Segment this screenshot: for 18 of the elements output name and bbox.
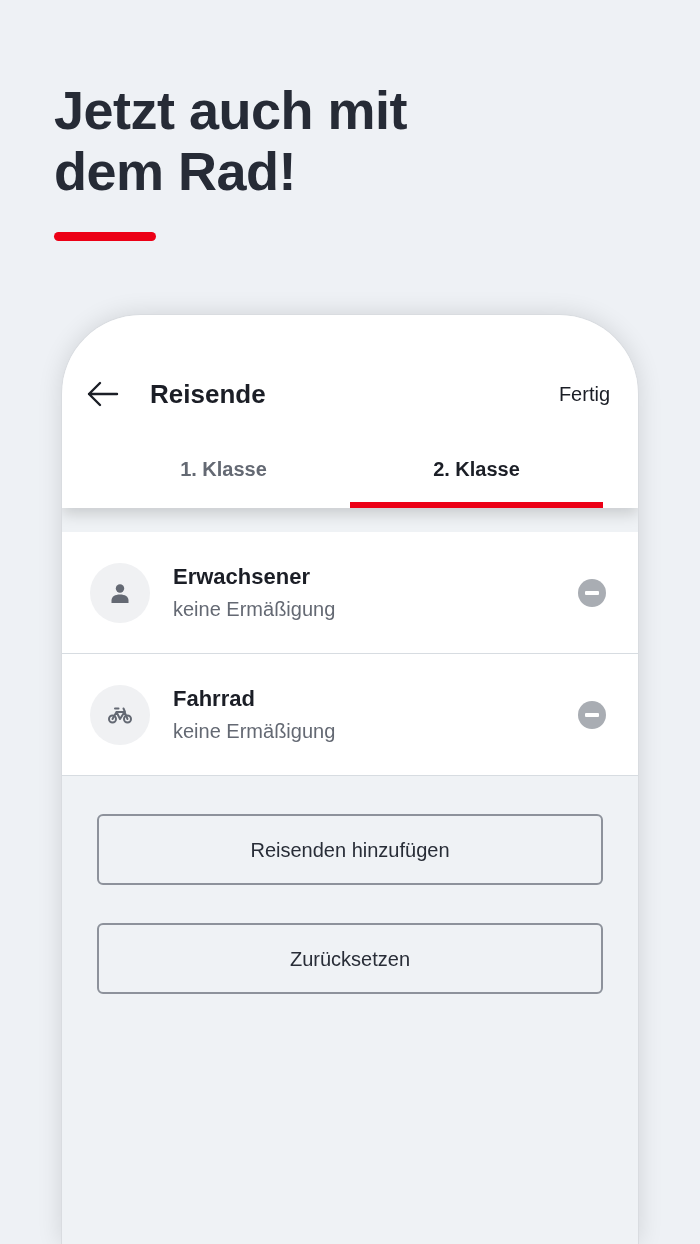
tab[interactable]: 2. Klasse	[350, 422, 603, 508]
remove-button[interactable]	[578, 578, 606, 607]
minus-circle-icon	[578, 578, 606, 607]
minus-circle-icon	[578, 700, 606, 729]
screen-title: Reisende	[150, 377, 266, 411]
done-button[interactable]: Fertig	[558, 379, 610, 409]
outline-button[interactable]: Reisenden hinzufügen	[97, 814, 603, 885]
headline: Jetzt auch mit dem Rad!	[54, 80, 409, 202]
outline-button[interactable]: Zurücksetzen	[97, 923, 603, 994]
back-arrow-icon	[87, 381, 119, 407]
traveler-name: Fahrrad	[173, 685, 256, 713]
tab[interactable]: 1. Klasse	[97, 422, 350, 508]
discount-label: keine Ermäßigung	[173, 719, 336, 744]
traveler-name: Erwachsener	[173, 563, 311, 591]
traveler-row[interactable]: Fahrrad keine Ermäßigung	[62, 654, 638, 776]
discount-label: keine Ermäßigung	[173, 597, 336, 622]
remove-button[interactable]	[578, 700, 606, 729]
traveler-row[interactable]: Erwachsener keine Ermäßigung	[62, 532, 638, 654]
